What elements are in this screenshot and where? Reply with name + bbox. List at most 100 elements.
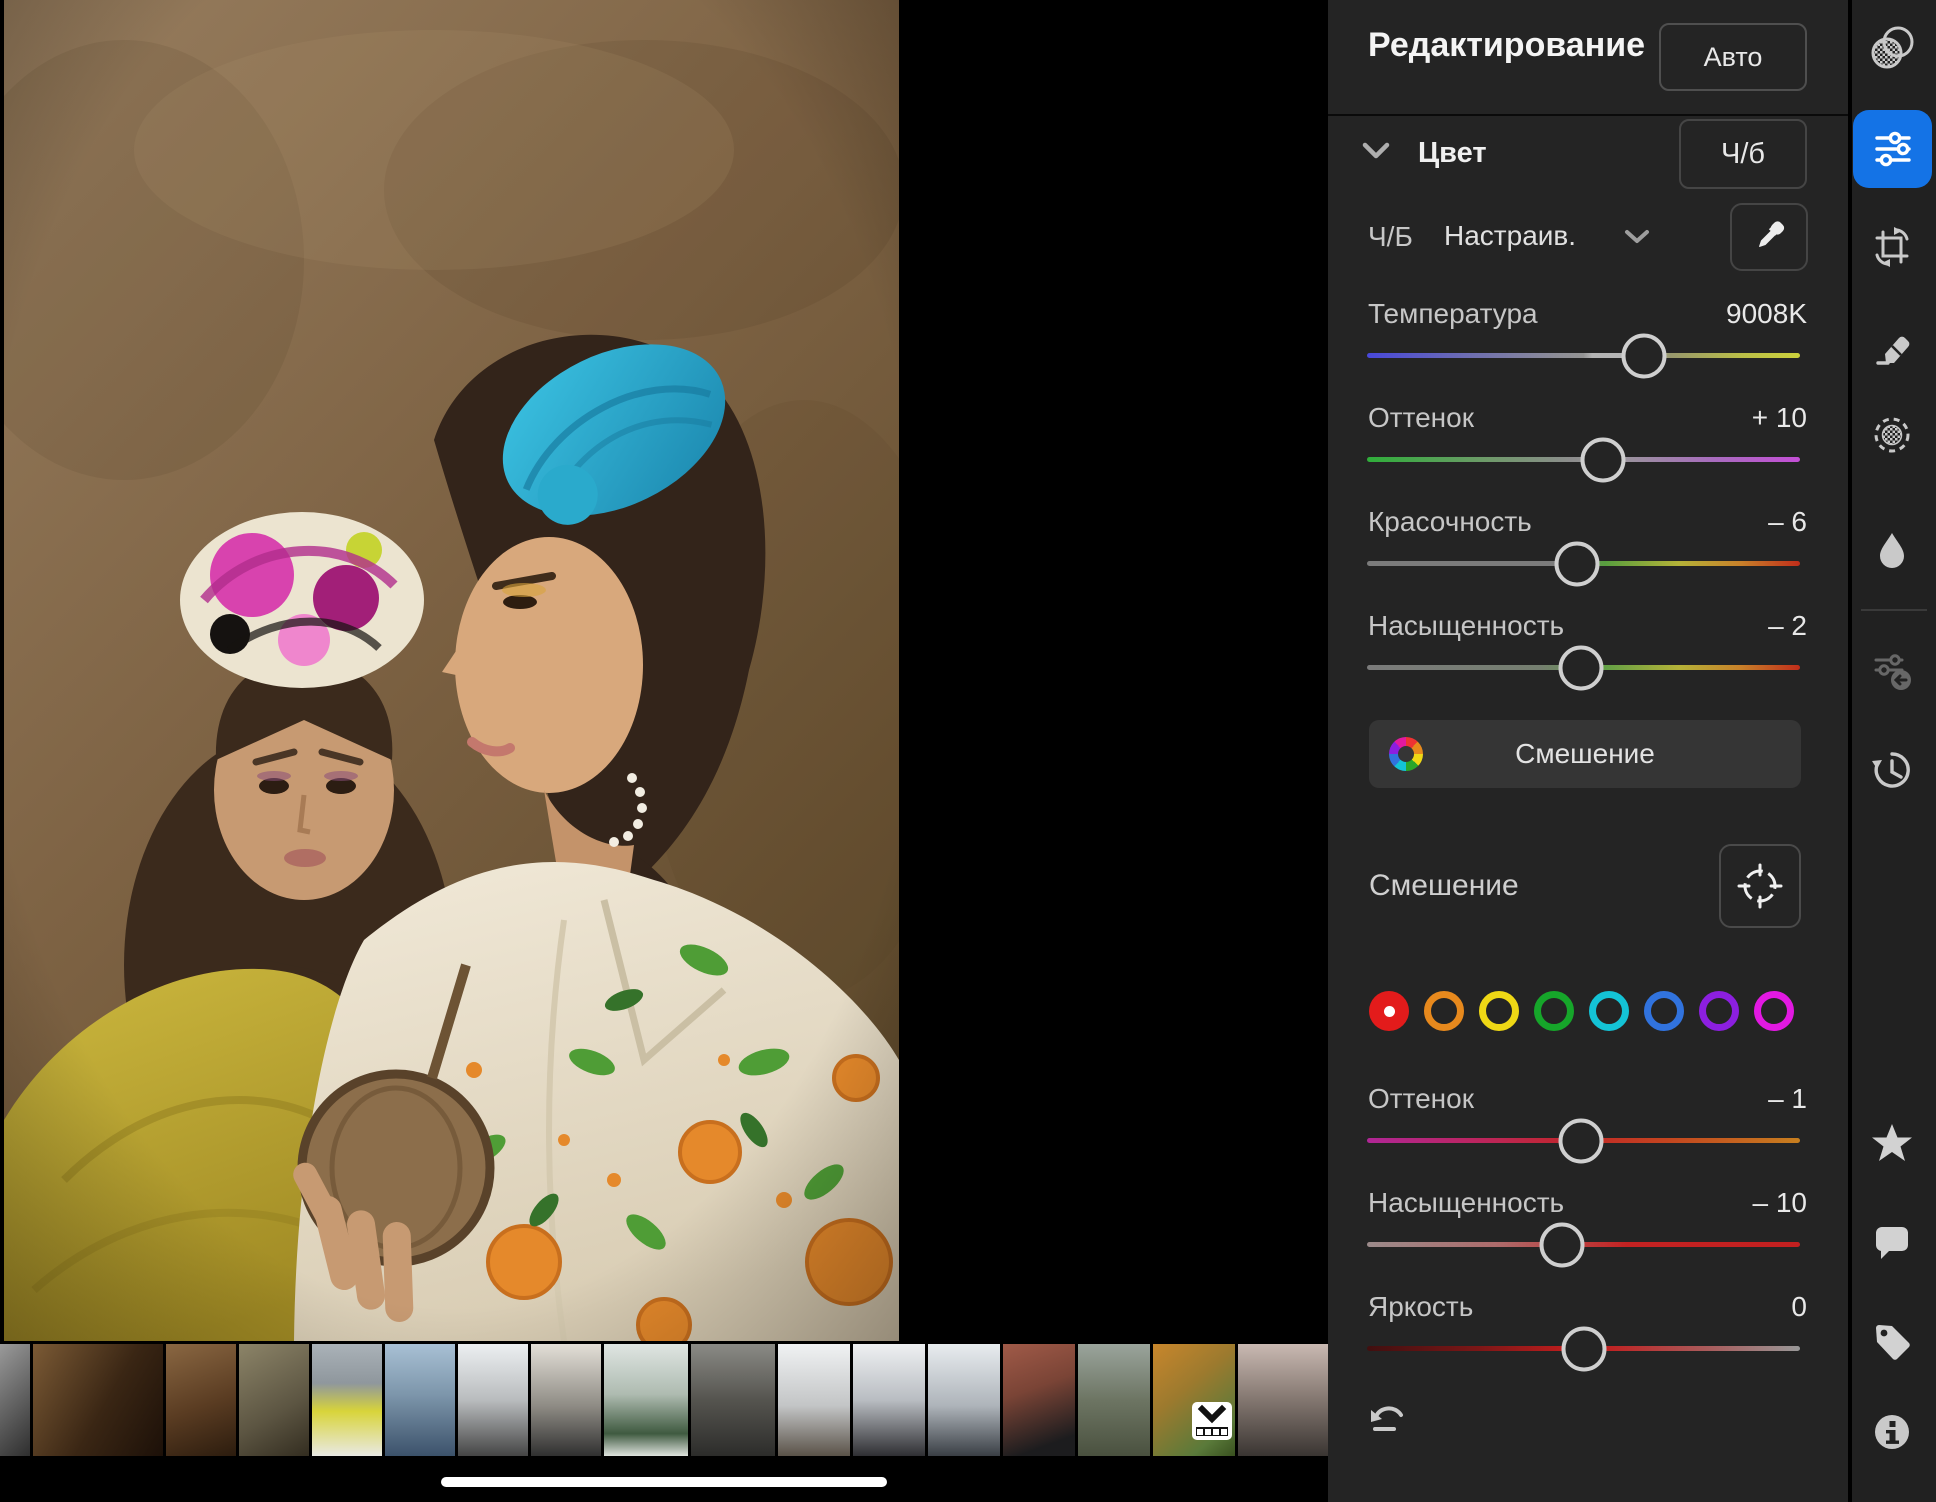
eyedropper-button[interactable] xyxy=(1730,203,1808,271)
history-icon[interactable] xyxy=(1870,748,1914,792)
main-photo[interactable] xyxy=(4,0,899,1341)
slider-track[interactable] xyxy=(1367,561,1800,566)
bw-toggle-button[interactable]: Ч/б xyxy=(1679,119,1807,189)
slider-track[interactable] xyxy=(1367,353,1800,358)
slider-track[interactable] xyxy=(1367,1138,1800,1143)
slider-track[interactable] xyxy=(1367,665,1800,670)
profile-dropdown-chevron-icon[interactable] xyxy=(1624,229,1650,245)
filmstrip-thumb-camo-hunter[interactable] xyxy=(1078,1344,1150,1456)
slider-vibrance: Красочность– 6 xyxy=(1328,496,1848,600)
filmstrip-thumb-policeman-vest[interactable] xyxy=(312,1344,382,1456)
slider-track[interactable] xyxy=(1367,1242,1800,1247)
selected-color-indicator xyxy=(1384,1006,1395,1017)
filmstrip-thumb-blonde-woman[interactable] xyxy=(166,1344,236,1456)
tag-icon[interactable] xyxy=(1870,1319,1914,1363)
slider-knob[interactable] xyxy=(1622,333,1667,378)
slider-tint: Оттенок+ 10 xyxy=(1328,392,1848,496)
star-rating-icon[interactable] xyxy=(1870,1121,1914,1165)
mix-color-yellow[interactable] xyxy=(1479,991,1519,1031)
thumbnail-sync-badge xyxy=(1192,1402,1232,1440)
slider-track[interactable] xyxy=(1367,457,1800,462)
tool-rail xyxy=(1852,0,1936,1502)
filmstrip-thumb-autumn-man-dog[interactable] xyxy=(1153,1344,1235,1456)
slider-label: Оттенок xyxy=(1368,402,1474,434)
slider-value: – 10 xyxy=(1753,1187,1808,1219)
slider-label: Насыщенность xyxy=(1368,610,1564,642)
filmstrip-thumb-dark-coat-white[interactable] xyxy=(531,1344,601,1456)
mix-color-dots xyxy=(1369,991,1794,1031)
edit-panel: Редактирование Авто Цвет Ч/б Ч/Б Настраи… xyxy=(1328,0,1848,1502)
section-collapse-chevron-icon[interactable] xyxy=(1362,142,1390,160)
slider-saturation: Насыщенность – 2 xyxy=(1328,600,1848,704)
filmstrip-thumb-black-fur-snow[interactable] xyxy=(853,1344,925,1456)
comment-icon[interactable] xyxy=(1870,1219,1914,1263)
slider-value: 0 xyxy=(1791,1291,1807,1323)
mix-section-title: Смешение xyxy=(1369,869,1519,903)
mix-color-green[interactable] xyxy=(1534,991,1574,1031)
slider-label: Красочность xyxy=(1368,506,1532,538)
slider-knob[interactable] xyxy=(1580,437,1625,482)
filmstrip-thumb-snow-portrait[interactable] xyxy=(928,1344,1000,1456)
slider-knob[interactable] xyxy=(1555,541,1600,586)
bw-profile-value[interactable]: Настраив. xyxy=(1444,220,1576,252)
filmstrip-thumb-dark-figure-building[interactable] xyxy=(691,1344,775,1456)
info-icon[interactable] xyxy=(1870,1410,1914,1454)
mix-color-violet[interactable] xyxy=(1699,991,1739,1031)
mix-color-orange[interactable] xyxy=(1424,991,1464,1031)
header-divider xyxy=(1328,114,1848,116)
filmstrip-thumb-man-with-cat[interactable] xyxy=(239,1344,309,1456)
filmstrip-thumb-fur-coat-snow[interactable] xyxy=(458,1344,528,1456)
color-sliders: Температура9008KОттенок+ 10Красочность– … xyxy=(1328,288,1848,704)
bw-mode-label: Ч/Б xyxy=(1368,221,1413,253)
color-mix-button[interactable]: Смешение xyxy=(1369,720,1801,788)
filmstrip-thumb-sepia-couple[interactable] xyxy=(33,1344,163,1456)
slider-label: Насыщенность xyxy=(1368,1187,1564,1219)
slider-knob[interactable] xyxy=(1559,645,1604,690)
filmstrip-thumb-bw-portrait[interactable] xyxy=(0,1344,30,1456)
target-icon xyxy=(1736,862,1784,910)
slider-value: – 1 xyxy=(1768,1083,1807,1115)
filmstrip xyxy=(0,1344,1328,1456)
slider-label: Температура xyxy=(1368,298,1538,330)
filmstrip-thumb-snow-trees[interactable] xyxy=(604,1344,688,1456)
blur-droplet-icon[interactable] xyxy=(1870,528,1914,572)
mix-color-magenta[interactable] xyxy=(1754,991,1794,1031)
undo-button[interactable] xyxy=(1368,1400,1408,1436)
masking-icon[interactable] xyxy=(1870,413,1914,457)
home-indicator[interactable] xyxy=(441,1477,887,1487)
slider-hue: Оттенок – 1 xyxy=(1328,1073,1848,1177)
mix-color-cyan[interactable] xyxy=(1589,991,1629,1031)
crop-rotate-icon[interactable] xyxy=(1870,225,1914,269)
mix-color-blue[interactable] xyxy=(1644,991,1684,1031)
rail-divider-line xyxy=(1861,609,1927,611)
auto-button[interactable]: Авто xyxy=(1659,23,1807,91)
slider-mix-saturation: Насыщенность – 10 xyxy=(1328,1177,1848,1281)
mix-sliders: Оттенок – 1 Насыщенность – 10 Яркость0 xyxy=(1328,1073,1848,1385)
copy-settings-icon-disabled xyxy=(1870,648,1914,692)
filmstrip-thumb-winter-dark-partial[interactable] xyxy=(1238,1344,1328,1456)
slider-value: 9008K xyxy=(1726,298,1807,330)
app-window: Редактирование Авто Цвет Ч/б Ч/Б Настраи… xyxy=(0,0,1936,1502)
panel-title: Редактирование xyxy=(1368,26,1645,65)
color-section-title: Цвет xyxy=(1418,137,1487,170)
color-mix-button-label: Смешение xyxy=(1515,738,1655,770)
filmstrip-thumb-fur-hat-snow[interactable] xyxy=(778,1344,850,1456)
slider-value: – 2 xyxy=(1768,610,1807,642)
edit-adjust-tool-active[interactable] xyxy=(1853,110,1932,188)
targeted-adjustment-button[interactable] xyxy=(1719,844,1801,928)
adjust-sliders-icon xyxy=(1870,126,1916,172)
filmstrip-thumb-captain-stripes[interactable] xyxy=(385,1344,455,1456)
photo-canvas-area xyxy=(0,0,1328,1502)
slider-luminance: Яркость0 xyxy=(1328,1281,1848,1385)
slider-temperature: Температура 9008K xyxy=(1328,288,1848,392)
mix-color-red[interactable] xyxy=(1369,991,1409,1031)
slider-knob[interactable] xyxy=(1559,1118,1604,1163)
slider-knob[interactable] xyxy=(1539,1222,1584,1267)
healing-eraser-icon[interactable] xyxy=(1870,325,1914,369)
presets-icon[interactable] xyxy=(1870,26,1914,70)
slider-label: Оттенок xyxy=(1368,1083,1474,1115)
slider-knob[interactable] xyxy=(1561,1326,1606,1371)
color-wheel-icon xyxy=(1389,737,1423,771)
slider-track[interactable] xyxy=(1367,1346,1800,1351)
filmstrip-thumb-turtleneck-brick[interactable] xyxy=(1003,1344,1075,1456)
